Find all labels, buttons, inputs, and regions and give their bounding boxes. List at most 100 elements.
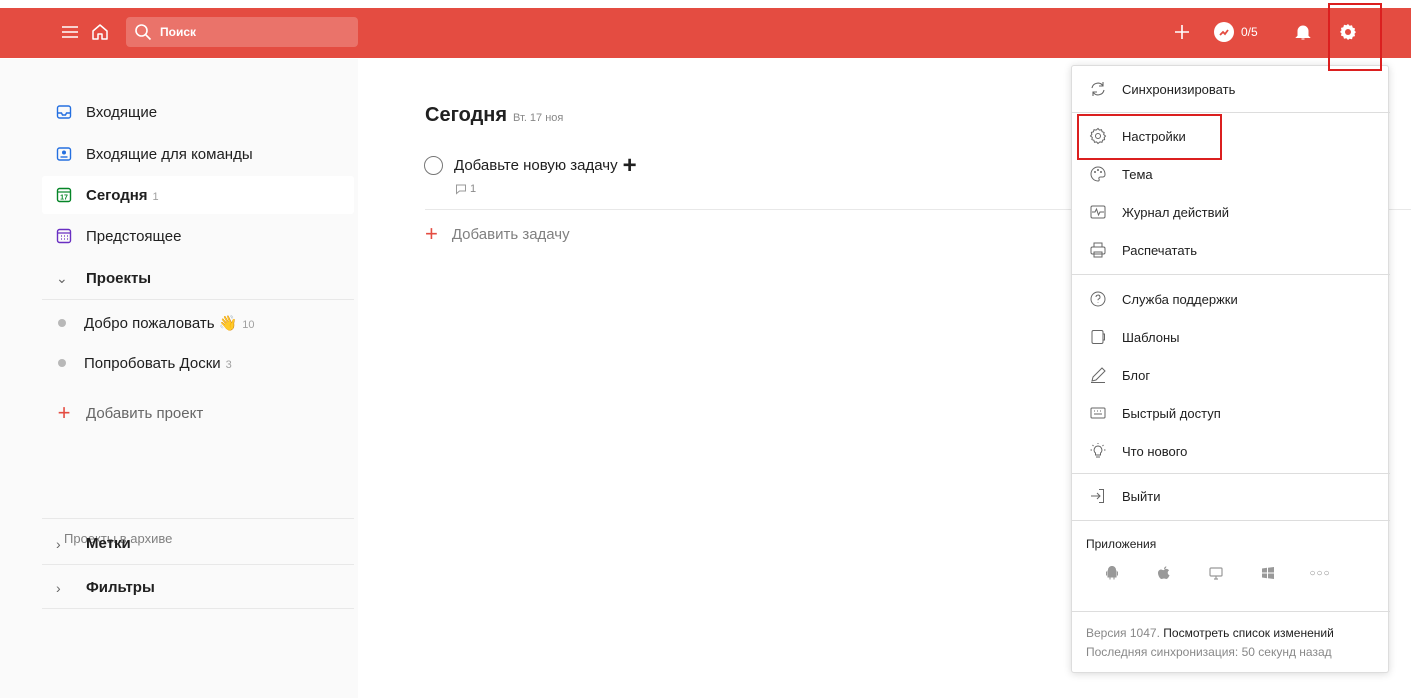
last-sync-text: Последняя синхронизация: 50 секунд назад bbox=[1086, 645, 1332, 659]
add-task-button[interactable]: + Добавить задачу bbox=[425, 221, 570, 246]
menu-item-label: Тема bbox=[1122, 166, 1153, 182]
plus-icon: + bbox=[622, 151, 637, 179]
sidebar-item-today[interactable]: 17 Сегодня 1 bbox=[42, 176, 354, 214]
inbox-icon bbox=[54, 102, 74, 122]
menu-item-support[interactable]: Служба поддержки bbox=[1072, 280, 1390, 318]
plus-icon: + bbox=[425, 221, 438, 246]
android-icon[interactable] bbox=[1086, 566, 1138, 580]
gear-highlight-box bbox=[1328, 3, 1382, 71]
task-comments[interactable]: 1 bbox=[455, 183, 476, 195]
project-count: 10 bbox=[242, 318, 255, 331]
task-item[interactable]: Добавьте новую задачу + bbox=[424, 151, 637, 179]
bell-icon[interactable] bbox=[1291, 20, 1315, 44]
chevron-down-icon: ⌄ bbox=[56, 270, 68, 286]
sidebar-item-upcoming[interactable]: Предстоящее bbox=[42, 217, 354, 255]
sidebar-item-label: Сегодня bbox=[86, 186, 148, 204]
sidebar-item-label: Входящие bbox=[86, 103, 158, 121]
desktop-icon[interactable] bbox=[1190, 566, 1242, 580]
more-icon[interactable]: ○○○ bbox=[1294, 566, 1346, 580]
menu-item-label: Распечатать bbox=[1122, 242, 1198, 258]
labels-section-header[interactable]: › Метки bbox=[42, 523, 354, 565]
menu-item-label: Выйти bbox=[1122, 488, 1161, 504]
help-icon bbox=[1087, 288, 1109, 310]
sidebar-item-team-inbox[interactable]: Входящие для команды bbox=[42, 135, 354, 173]
filters-section-header[interactable]: › Фильтры bbox=[42, 567, 354, 609]
sidebar-item-label: Входящие для команды bbox=[86, 145, 253, 163]
version-text: Версия 1047. bbox=[1086, 626, 1160, 640]
project-item[interactable]: Добро пожаловать 👋 10 bbox=[42, 304, 354, 342]
menu-item-templates[interactable]: Шаблоны bbox=[1072, 318, 1390, 356]
project-label: Добро пожаловать bbox=[84, 314, 215, 332]
menu-item-activity-log[interactable]: Журнал действий bbox=[1072, 193, 1390, 231]
search-box[interactable] bbox=[126, 17, 358, 47]
task-checkbox[interactable] bbox=[424, 156, 443, 175]
comment-count: 1 bbox=[470, 183, 477, 195]
task-title: Добавьте новую задачу bbox=[454, 157, 618, 174]
sidebar-item-inbox[interactable]: Входящие bbox=[42, 93, 354, 131]
sidebar-item-count: 1 bbox=[152, 190, 159, 203]
menu-item-label: Синхронизировать bbox=[1122, 81, 1236, 97]
chevron-right-icon: › bbox=[56, 579, 61, 596]
project-count: 3 bbox=[225, 358, 232, 371]
logout-icon bbox=[1087, 485, 1109, 507]
pen-icon bbox=[1087, 364, 1109, 386]
lightbulb-icon bbox=[1087, 440, 1109, 462]
calendar-today-icon: 17 bbox=[54, 185, 74, 205]
page-title-text: Сегодня bbox=[425, 104, 508, 126]
project-item[interactable]: Попробовать Доски 3 bbox=[42, 344, 354, 382]
printer-icon bbox=[1087, 239, 1109, 261]
menu-item-theme[interactable]: Тема bbox=[1072, 155, 1390, 193]
menu-separator bbox=[1072, 611, 1390, 612]
page-title: Сегодня Вт. 17 ноя bbox=[425, 104, 563, 127]
projects-section-header[interactable]: ⌄ Проекты bbox=[42, 258, 354, 300]
apps-title: Приложения bbox=[1086, 537, 1157, 551]
divider bbox=[42, 518, 354, 519]
add-task-label: Добавить задачу bbox=[451, 225, 570, 243]
menu-item-blog[interactable]: Блог bbox=[1072, 356, 1390, 394]
settings-menu: Синхронизировать Настройки Тема Журнал д… bbox=[1071, 65, 1390, 673]
filters-header-label: Фильтры bbox=[86, 579, 155, 596]
keyboard-icon bbox=[1087, 402, 1109, 424]
chevron-right-icon: › bbox=[56, 535, 61, 552]
page-date: Вт. 17 ноя bbox=[513, 112, 564, 124]
project-color-dot bbox=[58, 319, 66, 327]
project-color-dot bbox=[58, 359, 66, 367]
settings-highlight-box bbox=[1077, 114, 1222, 160]
menu-item-label: Шаблоны bbox=[1122, 329, 1180, 345]
add-task-icon[interactable] bbox=[1170, 20, 1194, 44]
add-project-label: Добавить проект bbox=[86, 404, 204, 422]
changelog-link[interactable]: Посмотреть список изменений bbox=[1163, 626, 1334, 640]
home-icon[interactable] bbox=[88, 20, 112, 44]
menu-item-print[interactable]: Распечатать bbox=[1072, 231, 1390, 269]
menu-item-label: Блог bbox=[1122, 367, 1151, 383]
menu-item-label: Журнал действий bbox=[1122, 204, 1230, 220]
productivity-icon bbox=[1214, 22, 1234, 42]
activity-icon bbox=[1087, 201, 1109, 223]
search-icon bbox=[135, 24, 152, 41]
karma-button[interactable]: 0/5 bbox=[1214, 20, 1258, 44]
menu-item-sync[interactable]: Синхронизировать bbox=[1072, 70, 1390, 108]
windows-icon[interactable] bbox=[1242, 566, 1294, 580]
apps-row: ○○○ bbox=[1086, 566, 1346, 580]
karma-label: 0/5 bbox=[1241, 25, 1258, 39]
menu-item-whats-new[interactable]: Что нового bbox=[1072, 432, 1390, 470]
menu-item-label: Быстрый доступ bbox=[1122, 405, 1221, 421]
plus-icon: + bbox=[57, 400, 71, 425]
apple-icon[interactable] bbox=[1138, 566, 1190, 580]
sidebar: Входящие Входящие для команды 17 Сегодня… bbox=[0, 59, 358, 698]
sync-icon bbox=[1087, 78, 1109, 100]
top-bar: 0/5 bbox=[0, 0, 1411, 71]
menu-item-logout[interactable]: Выйти bbox=[1072, 477, 1390, 515]
comment-icon bbox=[456, 184, 466, 195]
calendar-day-text: 17 bbox=[60, 195, 68, 202]
project-label: Попробовать Доски bbox=[84, 354, 221, 372]
menu-item-shortcuts[interactable]: Быстрый доступ bbox=[1072, 394, 1390, 432]
team-inbox-icon bbox=[54, 144, 74, 164]
menu-separator bbox=[1072, 112, 1390, 113]
menu-icon[interactable] bbox=[58, 20, 82, 44]
search-input[interactable] bbox=[160, 25, 340, 39]
add-project-button[interactable]: + Добавить проект bbox=[42, 394, 354, 432]
menu-item-label: Что нового bbox=[1122, 443, 1188, 459]
templates-icon bbox=[1087, 326, 1109, 348]
menu-separator bbox=[1072, 473, 1390, 474]
